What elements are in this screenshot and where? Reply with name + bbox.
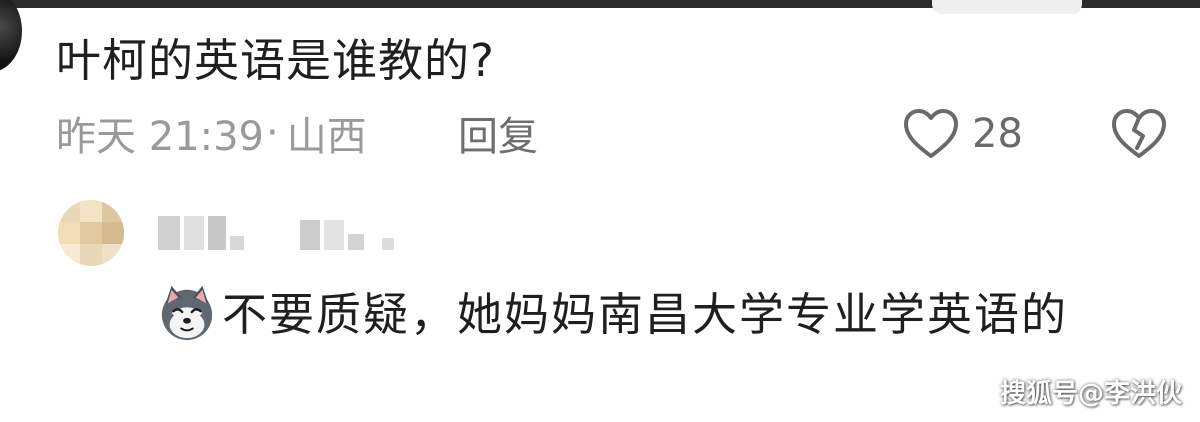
reply-button[interactable]: 回复: [458, 108, 538, 160]
replier-avatar[interactable]: [58, 200, 124, 266]
reply-text: 不要质疑，她妈妈南昌大学专业学英语的: [222, 288, 1069, 341]
comment-location: 山西: [286, 114, 367, 160]
like-count: 28: [972, 111, 1023, 157]
broken-heart-icon: [1112, 109, 1166, 158]
watermark: 搜狐号@李洪伙: [1000, 379, 1183, 409]
top-right-chip: [932, 0, 1082, 14]
meta-separator: ·: [266, 110, 279, 156]
comment-meta: 昨天 21:39 · 山西: [56, 108, 367, 160]
comment-text: 叶柯的英语是谁教的?: [56, 34, 495, 87]
comment-time: 昨天 21:39: [56, 114, 264, 160]
dislike-button[interactable]: [1110, 106, 1168, 162]
commenter-avatar[interactable]: [0, 0, 22, 72]
heart-outline-icon: [904, 109, 958, 158]
replier-name-blurred[interactable]: [158, 216, 244, 250]
like-button[interactable]: 28: [902, 104, 1023, 164]
replier-tag-blurred: [300, 216, 394, 250]
